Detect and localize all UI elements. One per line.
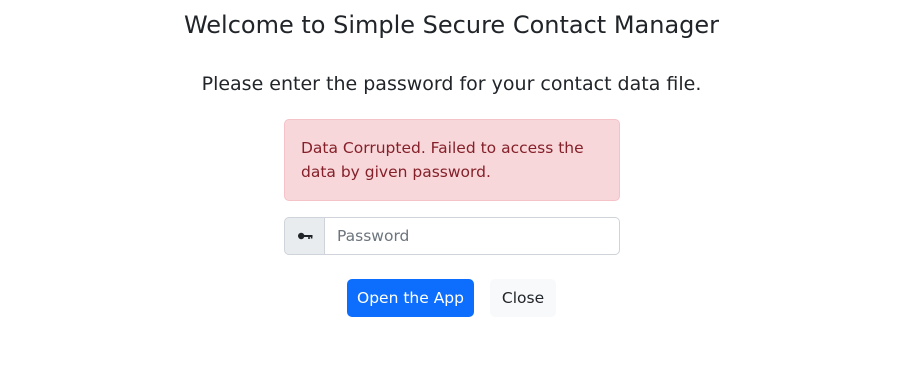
error-alert-message: Data Corrupted. Failed to access the dat… bbox=[301, 139, 584, 181]
page-subtitle: Please enter the password for your conta… bbox=[201, 73, 702, 95]
key-icon bbox=[284, 217, 325, 255]
login-page: Welcome to Simple Secure Contact Manager… bbox=[0, 0, 903, 365]
close-button[interactable]: Close bbox=[490, 279, 556, 317]
page-title: Welcome to Simple Secure Contact Manager bbox=[183, 11, 720, 39]
error-alert: Data Corrupted. Failed to access the dat… bbox=[284, 119, 620, 201]
password-input-group bbox=[284, 217, 620, 255]
password-input[interactable] bbox=[325, 217, 620, 255]
open-app-button[interactable]: Open the App bbox=[347, 279, 474, 317]
